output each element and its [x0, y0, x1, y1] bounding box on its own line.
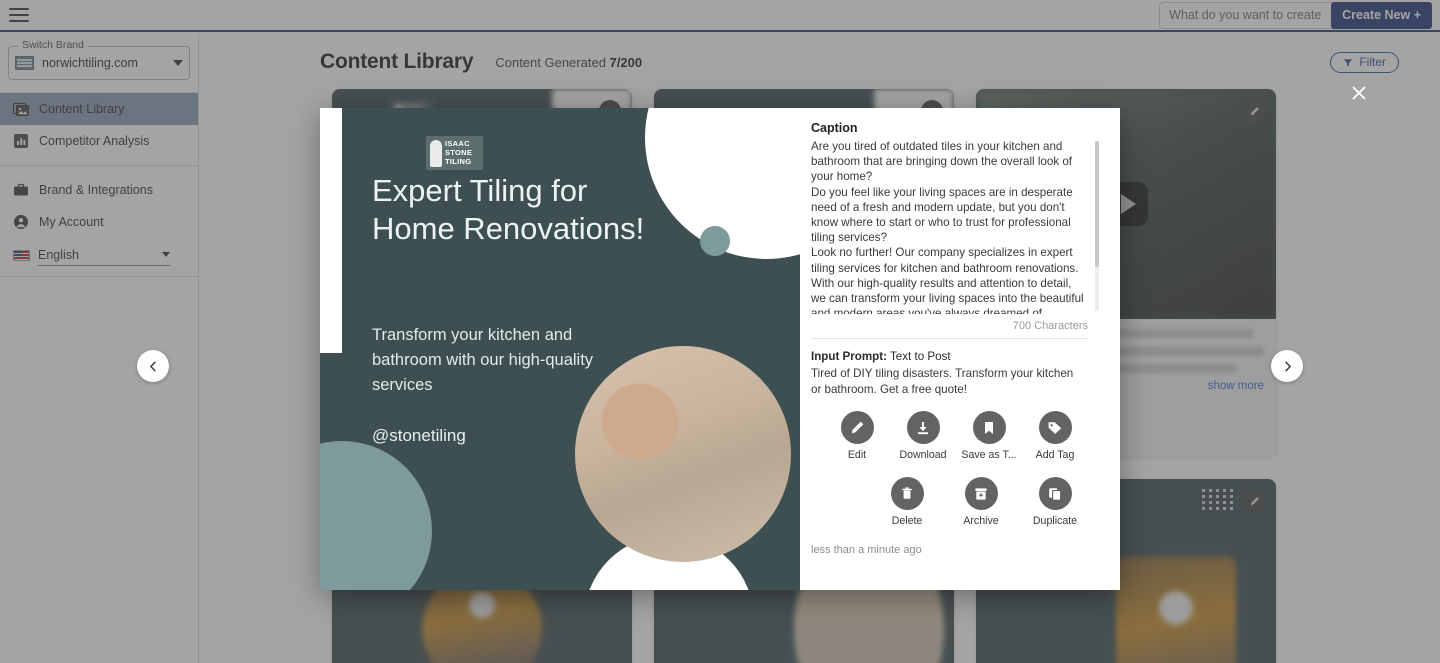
caption-scrollbar[interactable] — [1095, 141, 1099, 311]
save-as-template-action-button[interactable]: Save as T... — [965, 411, 1013, 461]
caption-scroll-area[interactable]: Are you tired of outdated tiles in your … — [811, 139, 1102, 314]
archive-action-button[interactable]: Archive — [957, 477, 1005, 527]
input-prompt-type: Text to Post — [890, 350, 951, 363]
stone-icon — [430, 140, 442, 167]
archive-icon — [965, 477, 998, 510]
primary-actions: Edit Download Save as T... — [811, 411, 1102, 461]
divider — [811, 338, 1088, 339]
input-prompt-text: Tired of DIY tiling disasters. Transform… — [811, 366, 1102, 397]
download-action-button[interactable]: Download — [899, 411, 947, 461]
caption-text: Are you tired of outdated tiles in your … — [811, 139, 1102, 314]
close-modal-button[interactable] — [1350, 84, 1368, 102]
creative-headline: Expert Tiling for Home Renovations! — [372, 172, 672, 248]
action-label: Save as T... — [961, 449, 1016, 461]
action-label: Archive — [963, 515, 998, 527]
brand-logo: ISAAC STONE TILING — [426, 136, 483, 170]
action-label: Add Tag — [1036, 449, 1075, 461]
chevron-right-icon — [1282, 361, 1293, 372]
creative-handle: @stonetiling — [372, 426, 466, 446]
chevron-left-icon — [148, 361, 159, 372]
action-label: Edit — [848, 449, 866, 461]
logo-line-2: STONE — [445, 149, 472, 157]
caption-heading: Caption — [811, 121, 1102, 135]
secondary-actions: Delete Archive Duplicate — [811, 477, 1102, 527]
poster-teal-dot — [700, 226, 730, 256]
content-detail-modal: ISAAC STONE TILING Expert Tiling for Hom… — [320, 108, 1120, 590]
poster-white-bar — [320, 108, 342, 353]
duplicate-action-button[interactable]: Duplicate — [1031, 477, 1079, 527]
trash-icon — [891, 477, 924, 510]
input-prompt-label: Input Prompt: — [811, 350, 887, 363]
bookmark-icon — [973, 411, 1006, 444]
pencil-icon — [841, 411, 874, 444]
logo-line-1: ISAAC — [445, 140, 472, 148]
action-label: Delete — [892, 515, 923, 527]
download-icon — [907, 411, 940, 444]
next-item-button[interactable] — [1271, 350, 1303, 382]
timestamp: less than a minute ago — [811, 544, 1102, 556]
app-root: Create New + Switch Brand norwichtiling.… — [0, 0, 1440, 663]
content-details-pane: Caption Are you tired of outdated tiles … — [800, 108, 1120, 590]
action-label: Download — [899, 449, 946, 461]
previous-item-button[interactable] — [137, 350, 169, 382]
poster-photo — [575, 346, 791, 562]
input-prompt-header: Input Prompt: Text to Post — [811, 350, 1102, 363]
action-label: Duplicate — [1033, 515, 1077, 527]
edit-action-button[interactable]: Edit — [833, 411, 881, 461]
creative-subheadline: Transform your kitchen and bathroom with… — [372, 323, 602, 398]
logo-line-3: TILING — [445, 158, 472, 166]
add-tag-action-button[interactable]: Add Tag — [1031, 411, 1079, 461]
poster-teal-circle — [320, 441, 432, 590]
tag-icon — [1039, 411, 1072, 444]
character-count: 700 Characters — [811, 314, 1102, 332]
delete-action-button[interactable]: Delete — [883, 477, 931, 527]
creative-poster: ISAAC STONE TILING Expert Tiling for Hom… — [320, 108, 800, 590]
creative-preview-pane[interactable]: ISAAC STONE TILING Expert Tiling for Hom… — [320, 108, 800, 590]
close-icon — [1350, 84, 1368, 102]
copy-icon — [1039, 477, 1072, 510]
